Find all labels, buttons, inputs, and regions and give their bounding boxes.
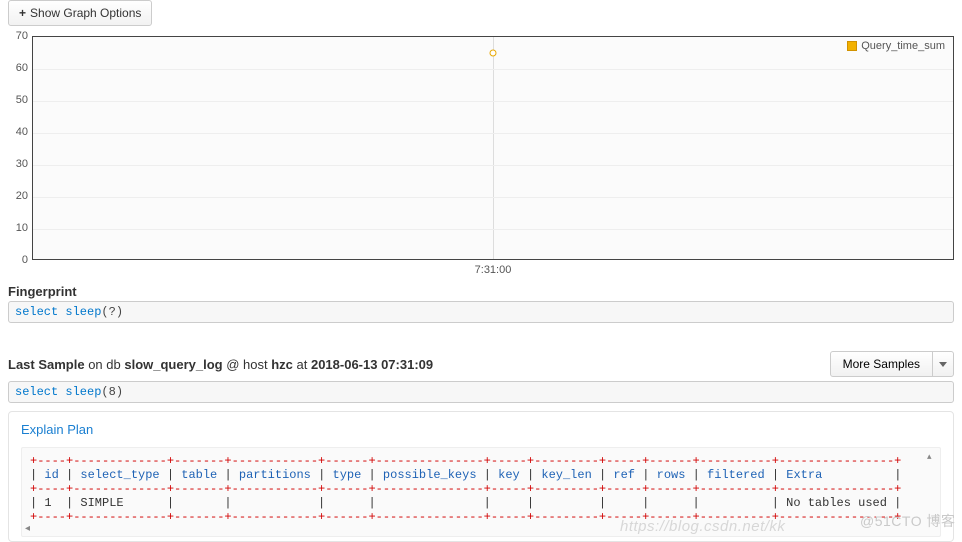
- more-samples-group: More Samples: [830, 351, 954, 377]
- last-sample-text: Last Sample on db slow_query_log @ host …: [8, 357, 433, 372]
- chart-gridline: [33, 197, 953, 198]
- y-axis-tick: 0: [22, 254, 28, 266]
- watermark-url: https://blog.csdn.net/kk: [620, 518, 785, 535]
- chart-gridline: [33, 133, 953, 134]
- show-graph-options-button[interactable]: + Show Graph Options: [8, 0, 152, 26]
- y-axis-tick: 70: [16, 30, 28, 42]
- show-graph-options-label: Show Graph Options: [30, 6, 141, 20]
- plus-icon: +: [19, 6, 26, 20]
- fingerprint-sql[interactable]: select sleep(?): [8, 301, 954, 323]
- watermark-badge: @51CTO 博客: [860, 511, 955, 531]
- last-sample-sql[interactable]: select sleep(8): [8, 381, 954, 403]
- explain-plan-box[interactable]: ▴ +----+-------------+-------+----------…: [21, 447, 941, 537]
- explain-plan-table: +----+-------------+-------+------------…: [22, 454, 940, 534]
- chart-gridline: [33, 165, 953, 166]
- caret-down-icon: [939, 362, 947, 367]
- chart-gridline: [33, 101, 953, 102]
- explain-plan-panel: Explain Plan ▴ +----+-------------+-----…: [8, 411, 954, 542]
- more-samples-button[interactable]: More Samples: [830, 351, 933, 377]
- chart-vline: [493, 37, 494, 259]
- explain-plan-title: Explain Plan: [21, 422, 941, 437]
- chart-gridline: [33, 229, 953, 230]
- last-sample-sql-kw: select sleep: [15, 385, 101, 399]
- y-axis-tick: 20: [16, 190, 28, 202]
- chart-plot-area[interactable]: Query_time_sum: [32, 36, 954, 260]
- y-axis-tick: 10: [16, 222, 28, 234]
- fingerprint-label: Fingerprint: [8, 284, 954, 299]
- chart-legend: Query_time_sum: [847, 40, 945, 52]
- x-axis-tick: 7:31:00: [32, 264, 954, 276]
- y-axis-tick: 40: [16, 126, 28, 138]
- more-samples-dropdown[interactable]: [932, 351, 954, 377]
- legend-swatch-icon: [847, 41, 857, 51]
- last-sample-prefix: Last Sample: [8, 357, 85, 372]
- scroll-left-icon[interactable]: ◂: [25, 523, 30, 534]
- fingerprint-sql-kw: select sleep: [15, 305, 101, 319]
- chart-gridline: [33, 69, 953, 70]
- fingerprint-sql-arg: (?): [101, 305, 123, 319]
- last-sample-sql-arg: (8): [101, 385, 123, 399]
- y-axis-tick: 50: [16, 94, 28, 106]
- y-axis-tick: 60: [16, 62, 28, 74]
- chart-data-point[interactable]: [490, 50, 497, 57]
- legend-label: Query_time_sum: [861, 40, 945, 52]
- y-axis-tick: 30: [16, 158, 28, 170]
- query-time-chart: 010203040506070 Query_time_sum 7:31:00: [8, 36, 954, 276]
- last-sample-header: Last Sample on db slow_query_log @ host …: [8, 351, 954, 377]
- y-axis: 010203040506070: [8, 36, 30, 260]
